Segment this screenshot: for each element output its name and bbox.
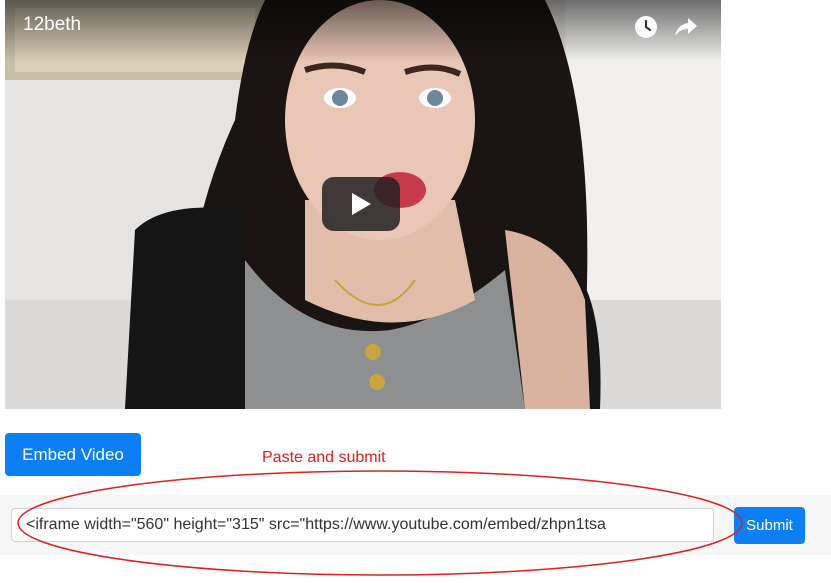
play-button[interactable] — [322, 177, 400, 231]
embed-form: Submit — [0, 495, 831, 555]
submit-button[interactable]: Submit — [734, 507, 805, 544]
player-top-bar: 12beth — [5, 0, 721, 62]
play-icon — [352, 193, 371, 215]
clock-icon[interactable] — [633, 14, 659, 40]
embed-code-input[interactable] — [11, 508, 714, 542]
embed-video-button[interactable]: Embed Video — [5, 433, 141, 476]
video-player[interactable]: 12beth — [5, 0, 721, 409]
channel-name[interactable]: 12beth — [23, 14, 81, 36]
share-icon[interactable] — [673, 14, 699, 40]
annotation-label: Paste and submit — [262, 449, 386, 466]
